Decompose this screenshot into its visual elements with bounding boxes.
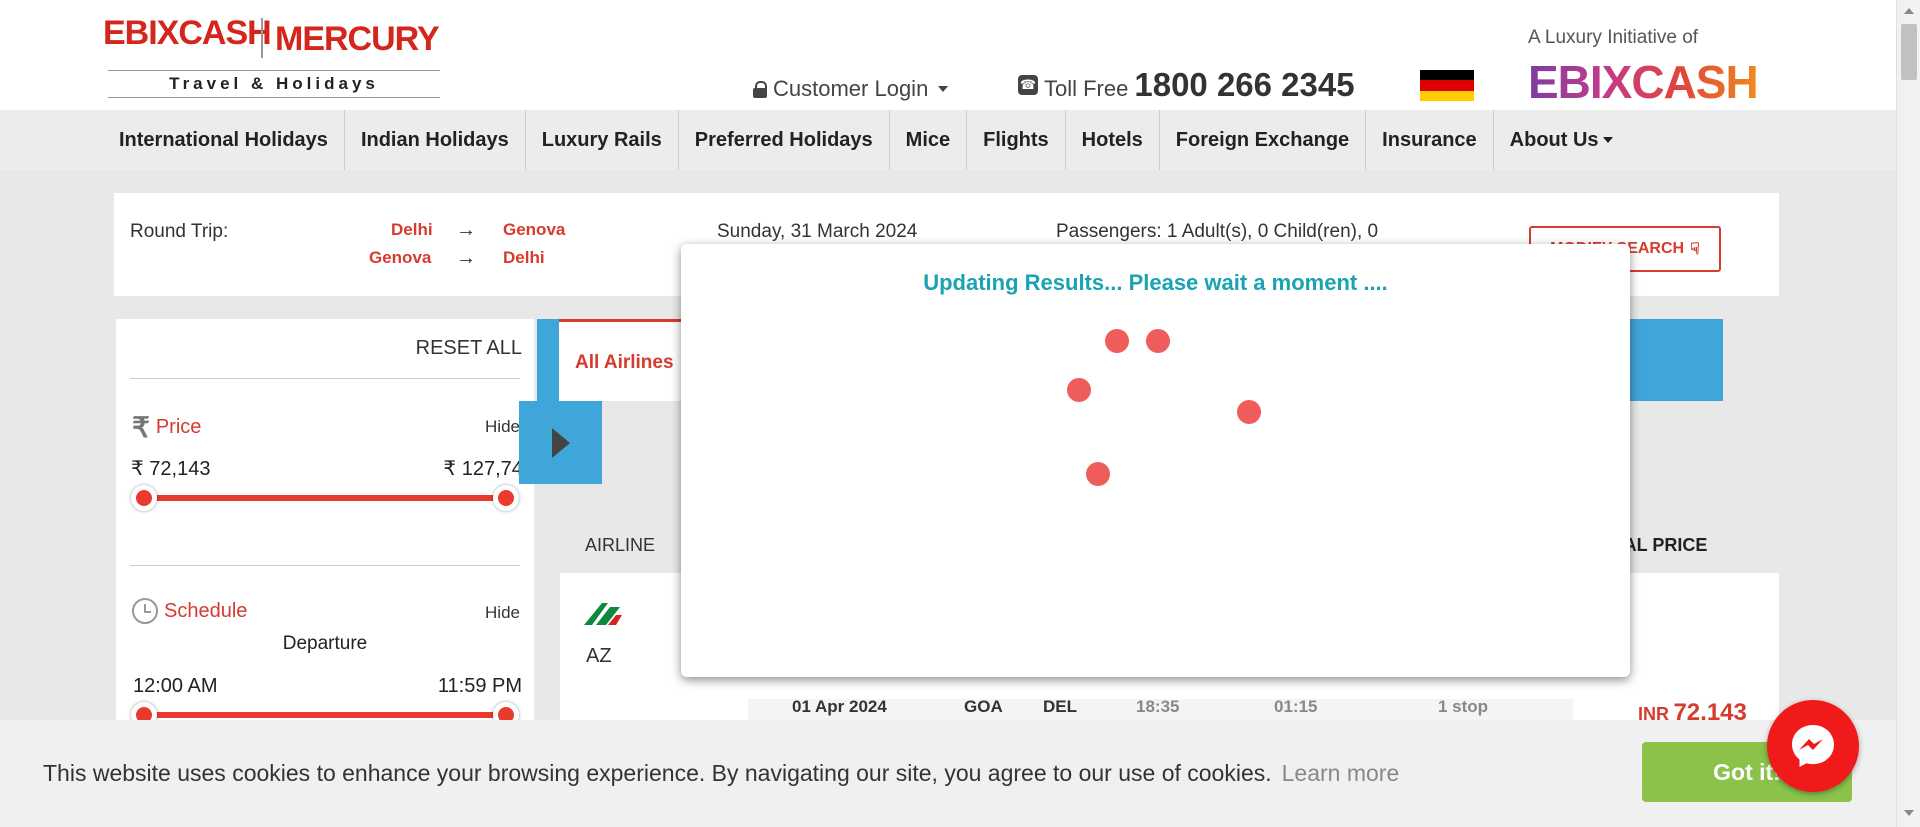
hand-pointer-icon: ☟ xyxy=(1690,241,1700,258)
nav-item-about-us[interactable]: About Us xyxy=(1494,110,1629,170)
nav-item-preferred-holidays[interactable]: Preferred Holidays xyxy=(679,110,890,170)
clock-icon xyxy=(132,598,158,624)
schedule-departure-label: Departure xyxy=(282,633,368,654)
price-hide-link[interactable]: Hide xyxy=(485,417,520,437)
spinner-dot xyxy=(1105,329,1129,353)
spinner-dot xyxy=(1237,400,1261,424)
nav-item-mice[interactable]: Mice xyxy=(890,110,968,170)
schedule-max-time: 11:59 PM xyxy=(437,675,522,697)
schedule-filter-label: Schedule xyxy=(164,599,248,622)
leg-origin: GOA xyxy=(964,697,1003,716)
header: EBIXCASH MERCURY Travel & Holidays Custo… xyxy=(0,0,1896,110)
column-header-airline[interactable]: AIRLINE xyxy=(585,535,655,556)
price-min-value: ₹ 72,143 xyxy=(131,458,211,480)
leg-arrival-time: 01:15 xyxy=(1274,697,1318,716)
tollfree-label: Toll Free xyxy=(1044,76,1129,101)
chevron-down-icon xyxy=(938,86,949,92)
leg1-origin: Delhi xyxy=(391,220,433,239)
german-flag-icon[interactable] xyxy=(1420,70,1474,101)
logo-mercury-text: MERCURY xyxy=(275,20,440,58)
customer-login-label: Customer Login xyxy=(773,76,929,101)
nav-item-flights[interactable]: Flights xyxy=(967,110,1066,170)
leg-date: 01 Apr 2024 xyxy=(792,697,887,716)
main-nav: International Holidays Indian Holidays L… xyxy=(0,110,1896,170)
scroll-down-arrow-icon[interactable] xyxy=(1904,810,1914,816)
leg-destination: DEL xyxy=(1043,697,1077,716)
leg-departure-time: 18:35 xyxy=(1136,697,1180,716)
spinner-dot xyxy=(1067,378,1091,402)
leg2-destination: Delhi xyxy=(503,248,545,267)
trip-type-label: Round Trip: xyxy=(130,221,229,242)
chevron-down-icon xyxy=(1602,137,1613,143)
tollfree-contact: ☎ Toll Free 1800 266 2345 xyxy=(1018,66,1355,104)
logo-tagline: Travel & Holidays xyxy=(108,70,440,98)
divider xyxy=(130,565,520,566)
schedule-min-time: 12:00 AM xyxy=(133,675,218,697)
divider xyxy=(130,378,520,379)
luxury-initiative-text: A Luxury Initiative of xyxy=(1528,27,1699,48)
cookie-consent-bar: This website uses cookies to enhance you… xyxy=(0,720,1896,827)
phone-icon: ☎ xyxy=(1018,75,1038,95)
airline-code: AZ xyxy=(586,645,612,667)
logo-separator xyxy=(261,18,263,58)
lock-icon xyxy=(753,81,767,98)
nav-item-hotels[interactable]: Hotels xyxy=(1066,110,1160,170)
cookie-message-text: This website uses cookies to enhance you… xyxy=(43,760,1272,786)
nav-item-indian-holidays[interactable]: Indian Holidays xyxy=(345,110,526,170)
schedule-slider-track[interactable] xyxy=(146,712,506,718)
nav-item-luxury-rails[interactable]: Luxury Rails xyxy=(526,110,679,170)
messenger-icon xyxy=(1792,725,1834,767)
nav-item-international-holidays[interactable]: International Holidays xyxy=(103,110,345,170)
spinner-dot xyxy=(1146,329,1170,353)
tab-all-airlines[interactable]: All Airlines xyxy=(575,352,674,374)
leg1-arrow: → xyxy=(456,219,476,241)
messenger-chat-button[interactable] xyxy=(1767,700,1859,792)
learn-more-link[interactable]: Learn more xyxy=(1282,760,1400,786)
price-slider-track[interactable] xyxy=(146,495,506,501)
customer-login-dropdown[interactable]: Customer Login xyxy=(753,76,949,102)
price-filter-title: ₹ Price xyxy=(132,411,201,444)
filter-toggle-button[interactable] xyxy=(519,401,602,484)
page-scrollbar[interactable] xyxy=(1896,0,1920,827)
tollfree-number[interactable]: 1800 266 2345 xyxy=(1134,66,1354,104)
logo-ebixcash-text: EBIXCASH xyxy=(103,14,272,52)
travel-date: Sunday, 31 March 2024 xyxy=(717,221,918,242)
passengers-summary: Passengers: 1 Adult(s), 0 Child(ren), 0 xyxy=(1056,221,1379,242)
luxury-initiative-logo[interactable]: A Luxury Initiative of EBIXCASH xyxy=(1520,25,1759,108)
cookie-message: This website uses cookies to enhance you… xyxy=(43,760,1399,787)
leg2-origin: Genova xyxy=(369,248,432,267)
price-slider-max-handle[interactable] xyxy=(493,485,519,511)
loading-modal: Updating Results... Please wait a moment… xyxy=(681,244,1630,677)
loading-message: Updating Results... Please wait a moment… xyxy=(923,270,1388,295)
reset-all-link[interactable]: RESET ALL xyxy=(416,337,522,360)
alitalia-logo-icon xyxy=(584,603,622,625)
ebixcash-mercury-logo[interactable]: EBIXCASH MERCURY Travel & Holidays xyxy=(103,10,448,98)
leg2-arrow: → xyxy=(456,247,476,269)
price-slider-min-handle[interactable] xyxy=(131,485,157,511)
nav-item-about-us-label: About Us xyxy=(1509,128,1599,151)
price-filter-label: Price xyxy=(155,416,202,438)
leg-stops: 1 stop xyxy=(1438,697,1489,716)
airline-scroll-right[interactable] xyxy=(1620,319,1723,401)
play-arrow-icon xyxy=(551,427,570,458)
spinner-dot xyxy=(1086,462,1110,486)
scrollbar-thumb[interactable] xyxy=(1901,24,1917,80)
airline-scroll-left[interactable] xyxy=(537,319,559,401)
schedule-filter-title: Schedule xyxy=(132,598,247,624)
leg1-destination: Genova xyxy=(503,220,566,239)
rupee-icon: ₹ xyxy=(132,412,150,443)
nav-item-insurance[interactable]: Insurance xyxy=(1366,110,1494,170)
schedule-hide-link[interactable]: Hide xyxy=(485,603,520,623)
scroll-up-arrow-icon[interactable] xyxy=(1904,8,1914,14)
nav-item-foreign-exchange[interactable]: Foreign Exchange xyxy=(1160,110,1367,170)
luxury-ebixcash-logo-text: EBIXCASH xyxy=(1528,56,1759,108)
